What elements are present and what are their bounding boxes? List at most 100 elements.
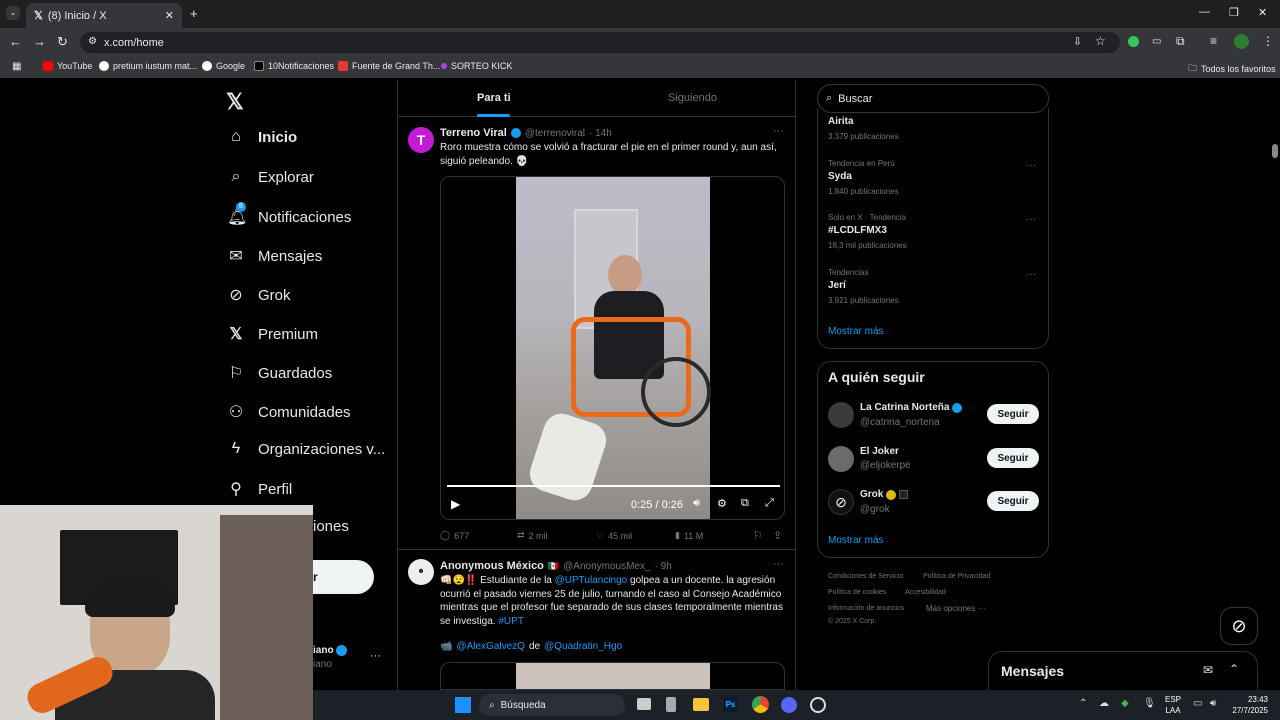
nav-item-comunidades[interactable]: ⚇ Comunidades (227, 402, 351, 422)
tab-search-button[interactable]: ⌄ (6, 6, 20, 20)
apps-icon[interactable]: ▦ (12, 61, 21, 72)
messages-drawer[interactable]: Mensajes ✉ ⌃ (988, 651, 1258, 691)
site-info-icon[interactable]: ⚙ (88, 36, 97, 47)
nav-item-premium[interactable]: 𝕏 Premium (227, 324, 318, 344)
post-time[interactable]: · 14h (589, 128, 612, 139)
photoshop-icon[interactable]: Ps (723, 697, 738, 712)
tab-siguiendo[interactable]: Siguiendo (668, 92, 717, 104)
trend-name[interactable]: Jerí (828, 280, 846, 291)
bookmark-grand-theft[interactable]: Fuente de Grand Th... (338, 61, 440, 71)
suggestion-name-row[interactable]: La Catrina Norteña (860, 402, 963, 413)
browser-tab[interactable]: 𝕏 (8) Inicio / X ✕ (26, 3, 182, 28)
footer-link[interactable]: Información de anuncios (828, 605, 904, 612)
close-window-icon[interactable]: ✕ (1258, 6, 1267, 19)
tab-para-ti[interactable]: Para ti (477, 92, 511, 104)
nav-item-explorar[interactable]: ⌕ Explorar (227, 168, 314, 186)
avatar[interactable] (828, 402, 854, 428)
reload-icon[interactable]: ↻ (57, 34, 68, 50)
post-media[interactable] (440, 662, 785, 690)
language-indicator[interactable]: ESP LAA (1165, 694, 1181, 716)
extension-icon-2[interactable]: ▭ (1152, 36, 1161, 47)
footer-link[interactable]: Política de Privacidad (923, 573, 990, 580)
footer-link[interactable]: Accesibilidad (905, 589, 946, 596)
footer-link[interactable]: Política de cookies (828, 589, 886, 596)
settings-icon[interactable]: ⚙ (717, 497, 727, 510)
mention-link[interactable]: @UPTulancingo (555, 575, 628, 586)
mention-link[interactable]: @AlexGalvezQ (456, 641, 525, 652)
forward-icon[interactable]: → (33, 34, 46, 49)
nav-item-notificaciones[interactable]: 🔔︎ 8 Notificaciones (227, 202, 351, 227)
post-time[interactable]: · 9h (655, 561, 672, 572)
volume-icon[interactable]: 🔊︎ (1210, 698, 1216, 709)
author-name[interactable]: Terreno Viral (440, 127, 507, 139)
cloud-icon[interactable]: ☁ (1099, 698, 1109, 709)
trend-more-icon[interactable]: ··· (1026, 160, 1036, 171)
share-icon[interactable]: ⇪ (773, 529, 782, 542)
trend-name[interactable]: #LCDLFMX3 (828, 225, 887, 236)
nav-item-inicio[interactable]: ⌂ Inicio (227, 128, 297, 146)
suggestion-name[interactable]: El Joker (860, 446, 899, 457)
chrome-icon[interactable] (752, 696, 769, 713)
grok-avatar-icon[interactable]: ⊘ (828, 489, 854, 515)
scrollbar-thumb[interactable] (1272, 144, 1278, 158)
network-icon[interactable]: ▭ (1193, 698, 1202, 709)
hashtag-link[interactable]: #UPT (498, 616, 524, 627)
taskbar-search[interactable]: ⌕ Búsqueda (479, 694, 625, 716)
trend-name[interactable]: Airita (828, 116, 854, 127)
media-icon[interactable]: ≡ (1210, 34, 1217, 48)
puzzle-icon[interactable]: ⧉ (1176, 34, 1185, 49)
views-button[interactable]: ▮ 11 M (675, 530, 703, 541)
close-tab-icon[interactable]: ✕ (165, 9, 174, 22)
follow-button[interactable]: Seguir (987, 491, 1039, 511)
menu-icon[interactable]: ⋮ (1262, 34, 1274, 48)
post-button[interactable]: r (313, 560, 374, 594)
like-button[interactable]: ♡ 45 mil (596, 530, 632, 541)
video-player[interactable]: ▶ 0:25 / 0:26 🔊︎ ⚙ ⧉ ⤢ (440, 176, 785, 520)
tray-expand-icon[interactable]: ⌃ (1079, 698, 1087, 709)
post-more-icon[interactable]: ··· (773, 558, 784, 570)
bookmark-youtube[interactable]: YouTube (43, 61, 92, 71)
maximize-icon[interactable]: ❐ (1229, 6, 1239, 19)
pip-icon[interactable]: ⧉ (741, 497, 749, 510)
repost-button[interactable]: ⇄ 2 mil (517, 530, 548, 541)
mic-icon[interactable]: 🎙︎ (1143, 698, 1156, 709)
trend-more-icon[interactable]: ··· (1026, 269, 1036, 280)
new-message-icon[interactable]: ✉ (1203, 663, 1213, 677)
profile-avatar[interactable] (1234, 34, 1249, 49)
extension-icon[interactable] (1128, 36, 1139, 47)
trend-more-icon[interactable]: ··· (1026, 214, 1036, 225)
bookmark-pretium[interactable]: pretium iustum mat... (99, 61, 197, 71)
follow-button[interactable]: Seguir (987, 448, 1039, 468)
grok-floating-icon[interactable]: ⊘ (1220, 607, 1258, 645)
nav-item-more[interactable]: iones (313, 518, 349, 535)
post-more-icon[interactable]: ··· (773, 125, 784, 137)
play-icon[interactable]: ▶ (451, 497, 460, 511)
fullscreen-icon[interactable]: ⤢ (765, 497, 774, 510)
account-name[interactable]: iano (313, 645, 334, 656)
bookmark-icon[interactable]: ⚐ (753, 529, 763, 542)
discord-icon[interactable] (781, 697, 797, 713)
bookmark-notificaciones[interactable]: 10Notificaciones (254, 61, 334, 71)
minimize-icon[interactable]: — (1199, 6, 1210, 18)
bookmark-sorteo[interactable]: SORTEO KICK (441, 61, 512, 71)
mention-link[interactable]: @Quadratin_Hgo (544, 641, 622, 652)
suggestion-name-row[interactable]: Grok (860, 489, 909, 500)
task-view-icon[interactable] (637, 698, 651, 710)
nav-item-perfil[interactable]: ⚲ Perfil (227, 479, 292, 499)
trend-name[interactable]: Syda (828, 171, 852, 182)
show-more-trends[interactable]: Mostrar más (828, 326, 884, 337)
author-handle[interactable]: @terrenoviral (525, 128, 585, 139)
tray-app-icon[interactable]: ◆ (1121, 698, 1129, 709)
address-bar[interactable]: ⚙ x.com/home ⇩ ☆ (80, 32, 1120, 53)
star-icon[interactable]: ☆ (1095, 34, 1106, 48)
footer-more-link[interactable]: Más opciones ··· (926, 604, 986, 613)
show-more-suggestions[interactable]: Mostrar más (828, 535, 884, 546)
nav-item-mensajes[interactable]: ✉ Mensajes (227, 246, 322, 266)
reply-button[interactable]: ◯ 677 (440, 530, 469, 541)
new-tab-icon[interactable]: + (190, 6, 198, 21)
clock[interactable]: 23:43 27/7/2025 (1228, 694, 1268, 716)
volume-icon[interactable]: 🔊︎ (693, 497, 700, 510)
avatar[interactable]: T (408, 127, 434, 153)
nav-item-organizaciones[interactable]: ϟ Organizaciones v... (227, 440, 386, 458)
x-logo-icon[interactable]: 𝕏 (226, 89, 244, 115)
